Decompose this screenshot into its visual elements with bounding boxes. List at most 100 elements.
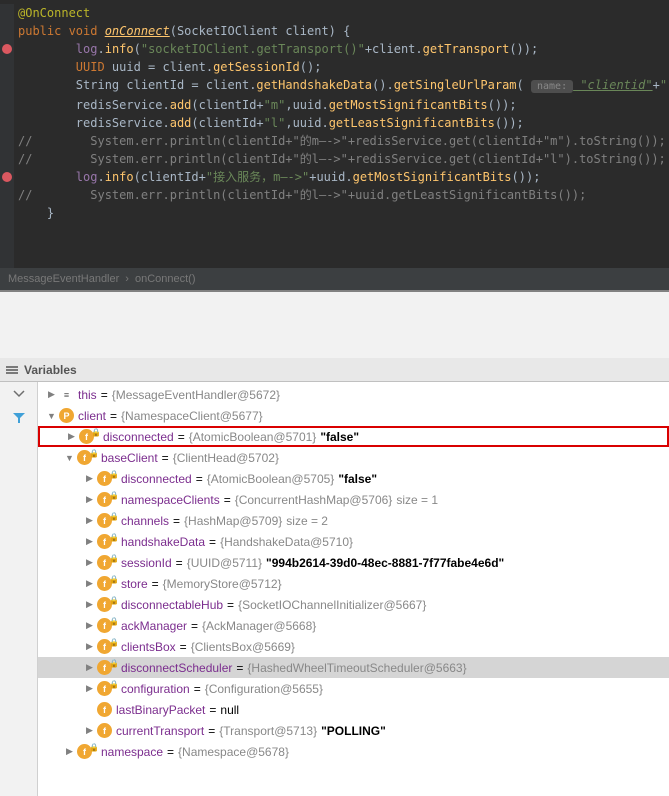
var-type: {ClientsBox@5669} — [191, 640, 295, 654]
string: "socketIOClient.getTransport()" — [141, 42, 365, 56]
expand-toggle[interactable]: ▶ — [84, 515, 95, 526]
collapse-toggle[interactable]: ▼ — [64, 452, 75, 463]
code-line: String clientId = client.getHandshakeDat… — [0, 76, 669, 96]
var-type: {MemoryStore@5712} — [163, 577, 282, 591]
param-val: "clientid" — [573, 78, 652, 92]
breadcrumb[interactable]: MessageEventHandler › onConnect() — [0, 268, 669, 290]
eq: = — [167, 745, 174, 759]
lock-icon: 🔒 — [109, 533, 119, 542]
var-size: size = 2 — [286, 514, 328, 528]
expand-toggle[interactable]: ▶ — [84, 536, 95, 547]
eq: = — [191, 619, 198, 633]
tree-row[interactable]: flastBinaryPacket = null — [38, 699, 669, 720]
collapse-toggle[interactable]: ▼ — [46, 410, 57, 421]
method: getTransport — [423, 42, 510, 56]
tree-row[interactable]: ▶f🔒configuration = {Configuration@5655} — [38, 678, 669, 699]
tree-row[interactable]: ▶f🔒handshakeData = {HandshakeData@5710} — [38, 531, 669, 552]
tree-row-this[interactable]: ▶≡this = {MessageEventHandler@5672} — [38, 384, 669, 405]
brace: } — [18, 206, 54, 220]
txt: ( — [517, 78, 531, 92]
tree-row[interactable]: ▶f🔒store = {MemoryStore@5712} — [38, 573, 669, 594]
expand-toggle[interactable]: ▶ — [84, 578, 95, 589]
tree-row-client[interactable]: ▼Pclient = {NamespaceClient@5677} — [38, 405, 669, 426]
variables-panel-header: Variables — [0, 358, 669, 382]
breakpoint-icon[interactable] — [2, 44, 12, 54]
tree-row-sessionid[interactable]: ▶f🔒sessionId = {UUID@5711} "994b2614-39d… — [38, 552, 669, 573]
tree-row[interactable]: ▶f🔒ackManager = {AckManager@5668} — [38, 615, 669, 636]
var-type: {HandshakeData@5710} — [220, 535, 353, 549]
txt: redisService. — [18, 98, 170, 112]
panel-title: Variables — [24, 363, 77, 377]
chevron-right-icon: › — [125, 273, 129, 285]
method: getMostSignificantBits — [329, 98, 488, 112]
expand-toggle[interactable]: ▶ — [84, 641, 95, 652]
txt: uuid = client. — [112, 60, 213, 74]
var-name: configuration — [121, 682, 190, 696]
expand-toggle[interactable]: ▶ — [46, 389, 57, 400]
eq: = — [176, 556, 183, 570]
var-name: namespace — [101, 745, 163, 759]
eq: = — [110, 409, 117, 423]
tree-row-namespace[interactable]: ▶f🔒namespace = {Namespace@5678} — [38, 741, 669, 762]
dot: . — [97, 170, 104, 184]
lock-icon: 🔒 — [109, 575, 119, 584]
tree-row[interactable]: ▶f🔒clientsBox = {ClientsBox@5669} — [38, 636, 669, 657]
method: getHandshakeData — [256, 78, 372, 92]
breadcrumb-method[interactable]: onConnect() — [135, 273, 196, 285]
lock-icon: 🔒 — [109, 638, 119, 647]
string: "l" — [264, 116, 286, 130]
lock-icon: 🔒 — [109, 491, 119, 500]
lock-icon: 🔒 — [109, 512, 119, 521]
txt: + — [653, 78, 660, 92]
lock-icon: 🔒 — [109, 470, 119, 479]
eq: = — [196, 472, 203, 486]
dot: . — [97, 42, 104, 56]
filter-icon[interactable] — [11, 410, 27, 426]
txt: +uuid. — [309, 170, 352, 184]
tree-row[interactable]: ▶f🔒disconnectableHub = {SocketIOChannelI… — [38, 594, 669, 615]
param-badge: P — [59, 408, 74, 423]
tree-row-disconnected[interactable]: ▶f🔒disconnected = {AtomicBoolean@5701} "… — [38, 426, 669, 447]
tree-row[interactable]: ▶f🔒namespaceClients = {ConcurrentHashMap… — [38, 489, 669, 510]
expand-icon[interactable] — [11, 386, 27, 402]
var-type: {Transport@5713} — [219, 724, 317, 738]
tree-row-baseclient[interactable]: ▼f🔒baseClient = {ClientHead@5702} — [38, 447, 669, 468]
eq: = — [208, 724, 215, 738]
expand-toggle[interactable]: ▶ — [84, 473, 95, 484]
var-value: null — [220, 703, 239, 717]
var-value: "false" — [338, 472, 377, 486]
expand-toggle[interactable]: ▶ — [84, 620, 95, 631]
var-type: {SocketIOChannelInitializer@5667} — [238, 598, 426, 612]
expand-toggle[interactable]: ▶ — [84, 662, 95, 673]
var-name: baseClient — [101, 451, 158, 465]
tree-row[interactable]: ▶f🔒channels = {HashMap@5709} size = 2 — [38, 510, 669, 531]
breadcrumb-class[interactable]: MessageEventHandler — [8, 273, 119, 285]
expand-toggle[interactable]: ▶ — [84, 683, 95, 694]
tree-row-disconnectscheduler[interactable]: ▶f🔒disconnectScheduler = {HashedWheelTim… — [38, 657, 669, 678]
var-name: store — [121, 577, 148, 591]
method: add — [170, 98, 192, 112]
lock-icon: 🔒 — [109, 659, 119, 668]
tree-row[interactable]: ▶f🔒disconnected = {AtomicBoolean@5705} "… — [38, 468, 669, 489]
var-type: {MessageEventHandler@5672} — [112, 388, 280, 402]
variables-tree[interactable]: ▶≡this = {MessageEventHandler@5672} ▼Pcl… — [38, 382, 669, 796]
tree-row[interactable]: ▶fcurrentTransport = {Transport@5713} "P… — [38, 720, 669, 741]
expand-toggle[interactable]: ▶ — [84, 725, 95, 736]
expand-toggle[interactable]: ▶ — [84, 599, 95, 610]
var-type: {NamespaceClient@5677} — [121, 409, 263, 423]
code-editor[interactable]: @OnConnect public void onConnect(SocketI… — [0, 0, 669, 268]
var-value: "false" — [320, 430, 359, 444]
code-line: UUID uuid = client.getSessionId(); — [0, 58, 669, 76]
eq: = — [227, 598, 234, 612]
expand-toggle[interactable]: ▶ — [66, 431, 77, 442]
breakpoint-icon[interactable] — [2, 172, 12, 182]
expand-toggle[interactable]: ▶ — [84, 494, 95, 505]
expand-toggle[interactable]: ▶ — [84, 557, 95, 568]
expand-toggle[interactable]: ▶ — [64, 746, 75, 757]
stack-icon: ≡ — [59, 387, 74, 402]
var-type: {HashMap@5709} — [184, 514, 282, 528]
method: getMostSignificantBits — [353, 170, 512, 184]
param-hint: name: — [531, 80, 573, 93]
code-line: @OnConnect — [0, 4, 669, 22]
var-type: {AtomicBoolean@5701} — [189, 430, 317, 444]
